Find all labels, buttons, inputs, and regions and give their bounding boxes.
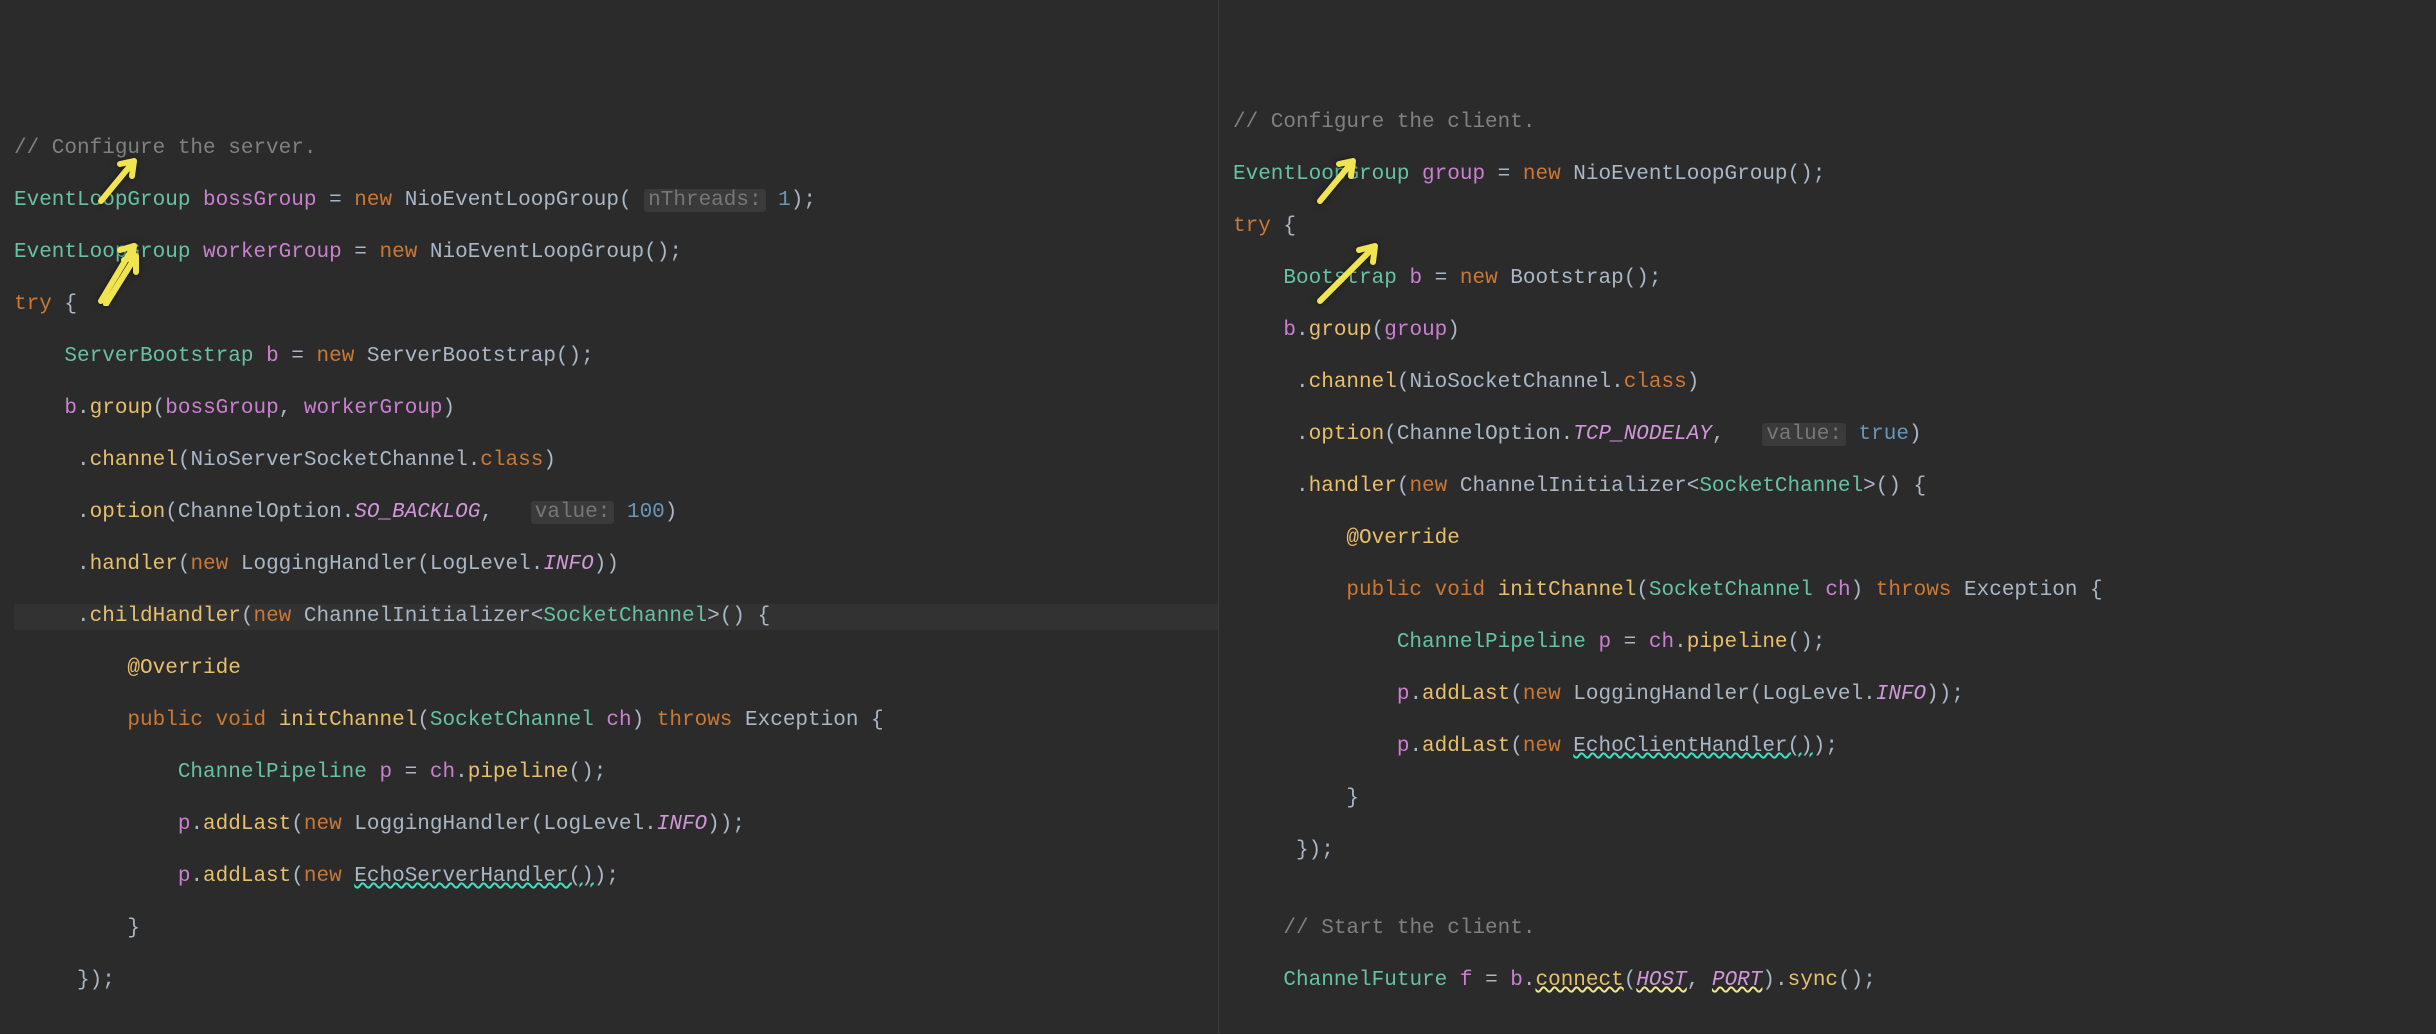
code-line: .channel(NioServerSocketChannel.class) [14, 448, 1218, 474]
code-line: try { [14, 292, 1218, 318]
code-line: b.group(bossGroup, workerGroup) [14, 396, 1218, 422]
code-line: EventLoopGroup workerGroup = new NioEven… [14, 240, 1218, 266]
code-line: .handler(new LoggingHandler(LogLevel.INF… [14, 552, 1218, 578]
comment: // Configure the server. [14, 137, 316, 160]
code-line: p.addLast(new EchoClientHandler()); [1233, 734, 2436, 760]
code-line: p.addLast(new LoggingHandler(LogLevel.IN… [14, 812, 1218, 838]
code-line: .option(ChannelOption.TCP_NODELAY, value… [1233, 422, 2436, 448]
code-line: p.addLast(new LoggingHandler(LogLevel.IN… [1233, 682, 2436, 708]
code-line: } [1233, 786, 2436, 812]
code-line: EventLoopGroup group = new NioEventLoopG… [1233, 162, 2436, 188]
code-line: // Start the client. [1233, 916, 2436, 942]
code-line: EventLoopGroup bossGroup = new NioEventL… [14, 188, 1218, 214]
code-line: } [14, 916, 1218, 942]
code-line: .option(ChannelOption.SO_BACKLOG, value:… [14, 500, 1218, 526]
code-line: Bootstrap b = new Bootstrap(); [1233, 266, 2436, 292]
underlined-reference: EchoClientHandler() [1573, 735, 1812, 758]
code-line: try { [1233, 214, 2436, 240]
code-line: @Override [1233, 526, 2436, 552]
annotation-arrow-2 [20, 200, 146, 341]
editor-diff-view: // Configure the server. EventLoopGroup … [0, 0, 2436, 1034]
code-line: }); [14, 968, 1218, 994]
code-line: .handler(new ChannelInitializer<SocketCh… [1233, 474, 2436, 500]
code-line: ChannelFuture f = b.connect(HOST, PORT).… [1233, 968, 2436, 994]
code-line: ChannelPipeline p = ch.pipeline(); [1233, 630, 2436, 656]
code-line: .channel(NioSocketChannel.class) [1233, 370, 2436, 396]
code-line: }); [1233, 838, 2436, 864]
underlined-reference: EchoServerHandler() [354, 865, 593, 888]
code-line: public void initChannel(SocketChannel ch… [14, 708, 1218, 734]
code-line: // Configure the server. [14, 136, 1218, 162]
inlay-hint: value: [531, 501, 615, 524]
code-line: // Configure the client. [1233, 110, 2436, 136]
right-editor-pane[interactable]: // Configure the client. EventLoopGroup … [1218, 0, 2436, 1034]
inlay-hint: nThreads: [644, 189, 765, 212]
code-line: b.group(group) [1233, 318, 2436, 344]
code-line: .childHandler(new ChannelInitializer<Soc… [14, 604, 1218, 630]
inlay-hint: value: [1762, 423, 1846, 446]
code-line: public void initChannel(SocketChannel ch… [1233, 578, 2436, 604]
left-editor-pane[interactable]: // Configure the server. EventLoopGroup … [0, 0, 1218, 1034]
underlined-connect: connect [1536, 969, 1624, 992]
code-line: p.addLast(new EchoServerHandler()); [14, 864, 1218, 890]
code-line: ChannelPipeline p = ch.pipeline(); [14, 760, 1218, 786]
code-line: @Override [14, 656, 1218, 682]
code-line: ServerBootstrap b = new ServerBootstrap(… [14, 344, 1218, 370]
